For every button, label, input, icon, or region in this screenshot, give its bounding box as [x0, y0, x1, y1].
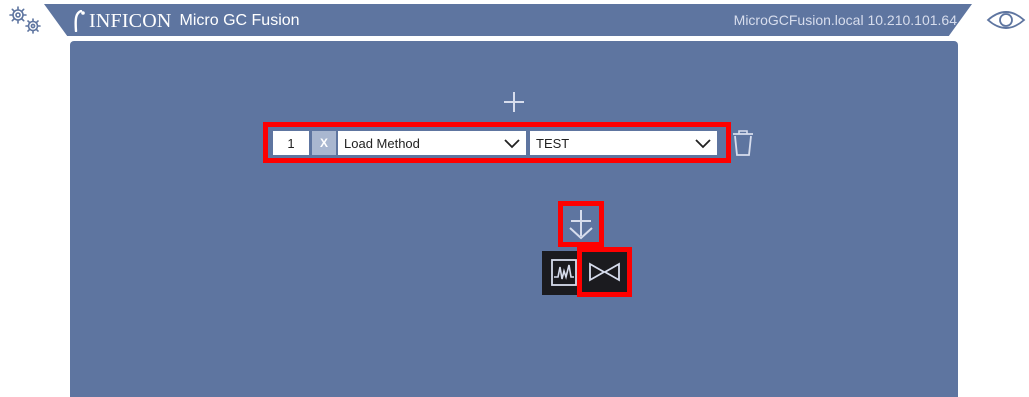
- valve-icon: [589, 262, 620, 282]
- settings-gears-icon[interactable]: [6, 4, 46, 36]
- chromatogram-button[interactable]: [542, 251, 582, 295]
- sequence-step-row: X Load Method TEST: [263, 122, 731, 163]
- host-info: MicroGCFusion.local 10.210.101.64: [733, 12, 957, 28]
- chromatogram-icon: [551, 259, 577, 286]
- inficon-logo-mark-icon: [74, 10, 85, 32]
- valve-button[interactable]: [577, 247, 632, 297]
- add-step-above-button[interactable]: [502, 90, 526, 114]
- plus-icon: [504, 92, 524, 112]
- step-parameter-value: TEST: [536, 135, 570, 151]
- sequence-panel: X Load Method TEST: [70, 41, 958, 397]
- step-action-select[interactable]: Load Method: [338, 131, 526, 155]
- step-action-value: Load Method: [344, 135, 420, 151]
- plus-arrow-down-icon: [569, 210, 593, 240]
- remove-step-button[interactable]: X: [312, 131, 336, 155]
- chevron-down-icon: [504, 139, 520, 149]
- brand-name: INFICON: [89, 9, 172, 32]
- add-step-below-button[interactable]: [558, 201, 604, 247]
- product-name: Micro GC Fusion: [179, 12, 300, 29]
- step-parameter-select[interactable]: TEST: [530, 131, 717, 155]
- delete-step-trash-icon[interactable]: [731, 128, 755, 158]
- step-number-field[interactable]: [273, 131, 309, 155]
- chevron-down-icon: [695, 139, 711, 149]
- brand: INFICON Micro GC Fusion: [72, 9, 300, 33]
- view-eye-icon[interactable]: [986, 8, 1026, 32]
